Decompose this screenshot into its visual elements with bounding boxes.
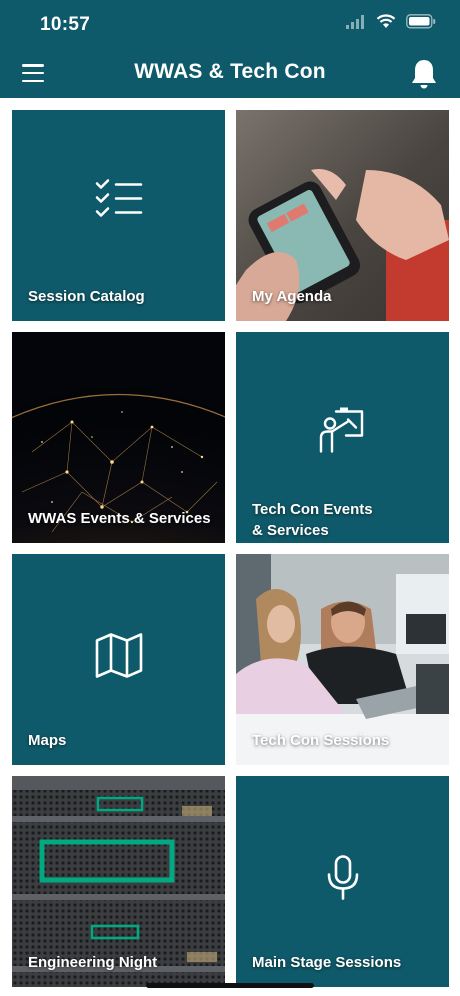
signal-icon — [346, 14, 366, 34]
status-time: 10:57 — [40, 14, 91, 35]
tile-wwas-events-services[interactable]: WWAS Events & Services — [12, 332, 225, 543]
tile-label: Engineering Night — [28, 954, 158, 971]
tile-label: My Agenda — [252, 288, 332, 305]
status-bar: 10:57 — [0, 0, 460, 50]
tile-session-catalog[interactable]: Session Catalog — [12, 110, 225, 321]
battery-icon — [406, 14, 436, 34]
tile-engineering-night[interactable]: Engineering Night — [12, 776, 225, 987]
tile-tech-con-sessions[interactable]: Tech Con Sessions — [236, 554, 449, 765]
tile-my-agenda[interactable]: My Agenda — [236, 110, 449, 321]
home-indicator[interactable] — [146, 983, 314, 988]
wifi-icon — [376, 14, 396, 34]
presenter-board-icon — [318, 406, 368, 461]
tile-main-stage-sessions[interactable]: Main Stage Sessions — [236, 776, 449, 987]
tile-label: Tech Con Sessions — [252, 732, 390, 749]
microphone-icon — [325, 855, 361, 906]
map-icon — [95, 633, 143, 684]
status-icons — [346, 14, 436, 34]
app-header: WWAS & Tech Con — [0, 50, 460, 98]
notification-bell-icon[interactable] — [410, 58, 438, 90]
tile-tech-con-events-services[interactable]: Tech Con Events & Services — [236, 332, 449, 543]
tile-label: Tech Con Events & Services — [252, 501, 373, 539]
checklist-icon — [95, 179, 143, 226]
tile-maps[interactable]: Maps — [12, 554, 225, 765]
tile-label: Maps — [28, 732, 67, 749]
tile-label: Main Stage Sessions — [252, 954, 402, 971]
tile-label: Session Catalog — [28, 288, 145, 305]
page-title: WWAS & Tech Con — [134, 60, 326, 83]
tile-label: WWAS Events & Services — [28, 510, 211, 527]
tile-grid: Session Catalog My Agenda WWAS Events & … — [0, 98, 460, 996]
